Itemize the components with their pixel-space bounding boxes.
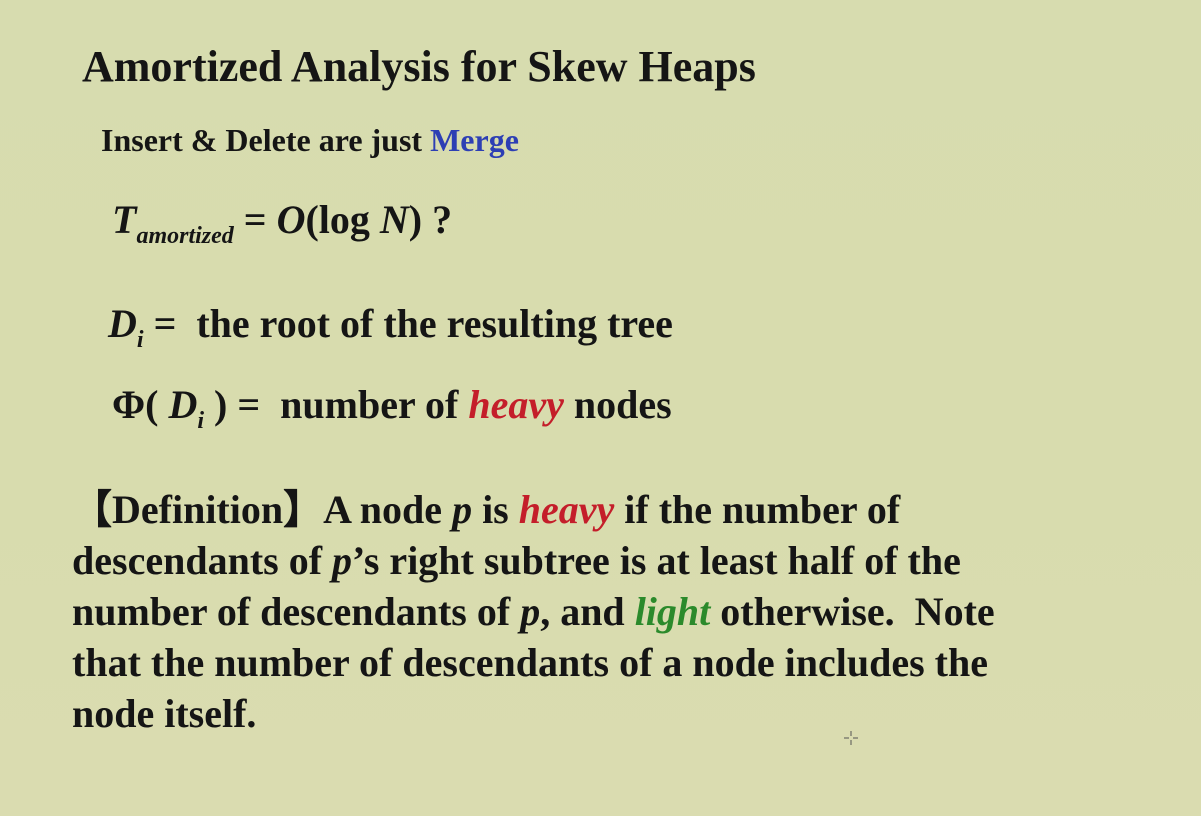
definition-label: 【Definition】 (72, 487, 324, 532)
phi-symbol: Φ( (112, 382, 169, 427)
phi-post: nodes (563, 382, 672, 427)
crosshair-cursor-icon (844, 731, 858, 745)
p-symbol-2: p (332, 538, 353, 583)
definition-text-5: , and (540, 589, 635, 634)
slide-title: Amortized Analysis for Skew Heaps (82, 42, 756, 91)
d-symbol: D (108, 301, 137, 346)
p-symbol-3: p (520, 589, 541, 634)
amortized-subscript: amortized (136, 223, 234, 249)
light-word: light (634, 589, 711, 634)
slide: Amortized Analysis for Skew Heaps Insert… (0, 0, 1201, 816)
subtitle-prefix: Insert & Delete are just (101, 122, 431, 158)
log-open: (log (305, 197, 380, 242)
t-symbol: T (112, 197, 137, 242)
d-subscript: i (136, 327, 144, 353)
phi-definition: Φ( Di ) = number of heavy nodes (112, 381, 672, 433)
d-description: the root of the resulting tree (196, 301, 673, 346)
big-o-symbol: O (276, 197, 306, 242)
phi-d-symbol: D (168, 382, 198, 427)
phi-close: ) = (204, 382, 281, 427)
p-symbol-1: p (452, 487, 473, 532)
subtitle: Insert & Delete are just Merge (101, 120, 519, 160)
phi-heavy-word: heavy (468, 382, 564, 427)
n-symbol: N (379, 197, 409, 242)
heavy-word: heavy (518, 487, 615, 532)
merge-keyword: Merge (430, 122, 519, 158)
definition-text-2: is (472, 487, 519, 532)
definition-paragraph: 【Definition】A node p is heavy if the num… (72, 484, 1072, 739)
d-definition: Di = the root of the resulting tree (108, 300, 673, 352)
amortized-time-formula: Tamortized = O(log N) ? (112, 196, 453, 248)
definition-text-1: A node (323, 487, 453, 532)
formula-close: ) ? (408, 197, 453, 242)
equals-sign: = (233, 197, 277, 242)
d-equals: = (143, 301, 197, 346)
phi-pre: number of (280, 382, 469, 427)
